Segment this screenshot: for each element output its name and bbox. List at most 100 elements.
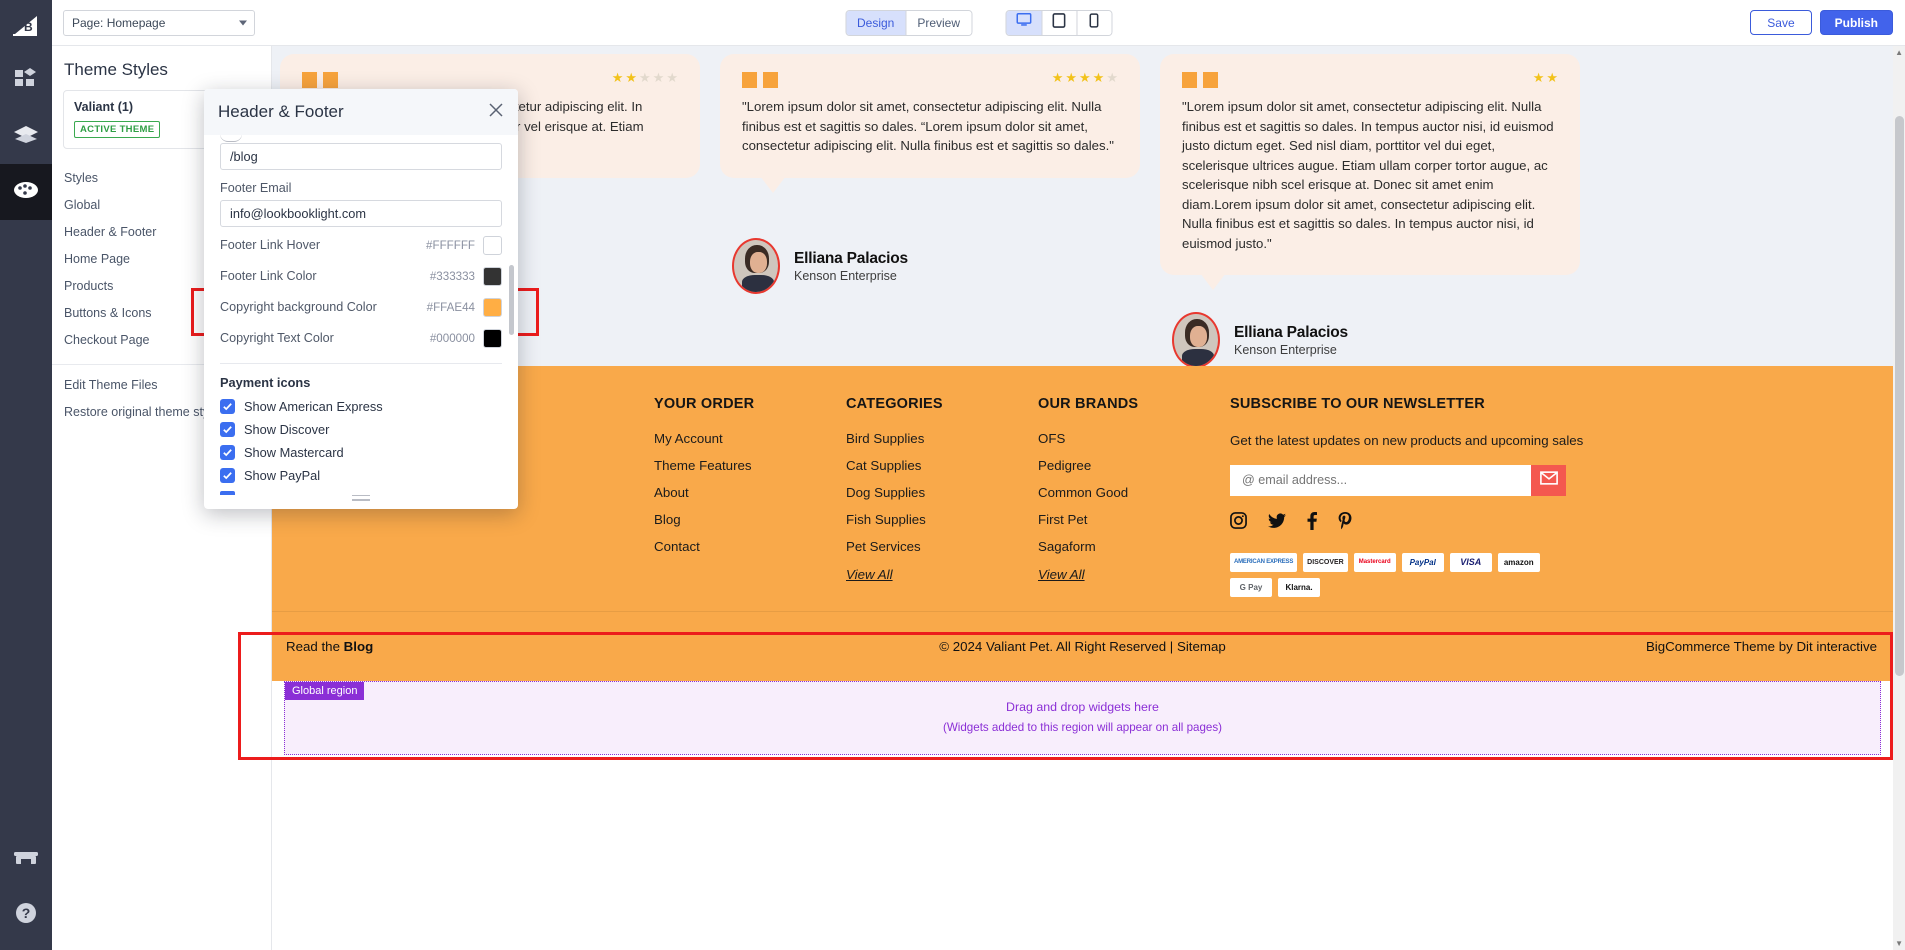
sidebar-item-storefront[interactable] — [0, 838, 52, 894]
color-value: #FFAE44 — [426, 300, 475, 314]
tab-design[interactable]: Design — [845, 10, 906, 35]
color-label: Copyright Text Color — [220, 331, 334, 345]
footer-email-label: Footer Email — [220, 181, 292, 195]
sidebar-item-help[interactable]: ? — [0, 894, 52, 950]
color-row-footer-link-hover: Footer Link Hover #FFFFFF — [220, 232, 502, 258]
close-icon[interactable] — [488, 102, 506, 120]
mode-toggle-group: Design Preview — [844, 9, 973, 36]
device-desktop-button[interactable] — [1006, 10, 1042, 35]
footer-view-all-link[interactable]: View All — [1038, 567, 1218, 582]
scrollbar-thumb[interactable] — [1895, 116, 1904, 676]
svg-text:B: B — [24, 20, 33, 34]
status-badge: ACTIVE THEME — [74, 121, 161, 138]
device-tablet-button[interactable] — [1041, 10, 1077, 35]
sidebar-item-layers[interactable] — [0, 108, 52, 164]
quote-mark-icon — [1182, 72, 1558, 88]
preview-scrollbar[interactable]: ▲ ▼ — [1893, 46, 1905, 950]
footer-link[interactable]: Bird Supplies — [846, 431, 1026, 446]
newsletter-heading: SUBSCRIBE TO OUR NEWSLETTER — [1230, 396, 1485, 412]
social-links — [1230, 511, 1867, 535]
twitter-icon[interactable] — [1268, 513, 1286, 534]
device-mobile-button[interactable] — [1076, 10, 1112, 35]
svg-text:?: ? — [22, 905, 31, 921]
footer-link[interactable]: Sagaform — [1038, 539, 1218, 554]
checkbox-show-american-express[interactable] — [220, 399, 235, 414]
modal-resize-handle[interactable] — [352, 494, 370, 503]
footer-link[interactable]: Contact — [654, 539, 834, 554]
color-swatch[interactable] — [483, 235, 502, 255]
checkbox-show-mastercard[interactable] — [220, 445, 235, 460]
color-value: #333333 — [429, 269, 475, 283]
checkbox-show-paypal[interactable] — [220, 468, 235, 483]
color-swatch[interactable] — [483, 328, 502, 348]
klarna-chip: Klarna. — [1278, 577, 1320, 597]
bigcommerce-logo-icon[interactable]: B — [0, 0, 52, 52]
checkbox-row-paypal: Show PayPal — [220, 468, 502, 483]
blog-link[interactable]: Blog — [344, 639, 374, 654]
layers-icon — [13, 124, 39, 149]
checkbox-label: Show PayPal — [244, 468, 321, 483]
payment-icons: AMERICAN EXPRESS DISCOVER Mastercard Pay… — [1230, 552, 1560, 597]
sidebar-item-theme[interactable] — [0, 164, 52, 220]
footer-link[interactable]: About — [654, 485, 834, 500]
checkbox-show-discover[interactable] — [220, 422, 235, 437]
footer-link[interactable]: Pet Services — [846, 539, 1026, 554]
global-region-hint: Drag and drop widgets here (Widgets adde… — [943, 700, 1222, 734]
mastercard-chip: Mastercard — [1353, 552, 1396, 572]
footer-link[interactable]: Cat Supplies — [846, 458, 1026, 473]
amex-chip: AMERICAN EXPRESS — [1230, 552, 1298, 572]
clipped-field-above — [220, 135, 502, 143]
palette-icon — [13, 179, 39, 206]
publish-button[interactable]: Publish — [1819, 10, 1893, 35]
instagram-icon[interactable] — [1230, 512, 1247, 534]
help-icon: ? — [14, 901, 38, 930]
footer-link[interactable]: OFS — [1038, 431, 1218, 446]
facebook-icon[interactable] — [1307, 511, 1317, 535]
footer-link[interactable]: Blog — [654, 512, 834, 527]
footer-view-all-link[interactable]: View All — [846, 567, 1026, 582]
footer-link[interactable]: Common Good — [1038, 485, 1218, 500]
copyright-bar: Read the Blog © 2024 Valiant Pet. All Ri… — [272, 610, 1893, 681]
read-the-label: Read the — [286, 638, 344, 654]
blog-url-input[interactable] — [220, 143, 502, 170]
color-row-copyright-text: Copyright Text Color #000000 — [220, 325, 502, 351]
modal-title: Header & Footer — [218, 102, 344, 121]
top-toolbar: Page: Homepage Design Preview Save Publi… — [52, 0, 1905, 46]
scroll-down-arrow[interactable]: ▼ — [1895, 939, 1903, 948]
footer-email-input[interactable] — [220, 200, 502, 227]
divider — [220, 363, 502, 364]
payment-icons-heading: Payment icons — [220, 375, 311, 390]
page-select[interactable]: Page: Homepage — [63, 9, 255, 36]
storefront-icon — [14, 847, 38, 872]
newsletter-email-input[interactable] — [1230, 464, 1531, 496]
pinterest-icon[interactable] — [1338, 511, 1352, 535]
newsletter-submit-button[interactable] — [1531, 464, 1566, 496]
footer-link[interactable]: Dog Supplies — [846, 485, 1026, 500]
sidebar-item-apps[interactable] — [0, 52, 52, 108]
footer-link[interactable]: Theme Features — [654, 458, 834, 473]
global-region-dropzone[interactable]: Global region Drag and drop widgets here… — [284, 680, 1881, 755]
footer-column-heading: CATEGORIES — [846, 396, 943, 412]
dropzone-line-1: Drag and drop widgets here — [1006, 699, 1159, 714]
color-swatch[interactable] — [483, 297, 502, 317]
tab-preview[interactable]: Preview — [905, 10, 972, 35]
footer-link[interactable]: Pedigree — [1038, 458, 1218, 473]
color-swatch[interactable] — [483, 266, 502, 286]
scroll-up-arrow[interactable]: ▲ — [1895, 48, 1903, 57]
rating-stars: ★★ — [1532, 70, 1560, 85]
footer-link[interactable]: My Account — [654, 431, 834, 446]
footer-link[interactable]: Fish Supplies — [846, 512, 1026, 527]
checkbox-label: Show Discover — [244, 422, 330, 437]
checkbox-partial[interactable] — [220, 491, 235, 495]
amazon-chip: amazon — [1497, 552, 1540, 572]
checkbox-row-amex: Show American Express — [220, 399, 502, 414]
discover-chip: DISCOVER — [1303, 552, 1348, 572]
save-button[interactable]: Save — [1750, 10, 1812, 35]
modal-scrollbar-thumb[interactable] — [509, 265, 514, 335]
testimonial-card: ★★★★★ "Lorem ipsum dolor sit amet, conse… — [720, 54, 1140, 193]
page-title: Theme Styles — [64, 60, 168, 79]
footer-column-categories: CATEGORIES Bird Supplies Cat Supplies Do… — [846, 396, 1038, 597]
mobile-icon — [1089, 12, 1099, 33]
avatar — [1172, 312, 1220, 366]
footer-link[interactable]: First Pet — [1038, 512, 1218, 527]
